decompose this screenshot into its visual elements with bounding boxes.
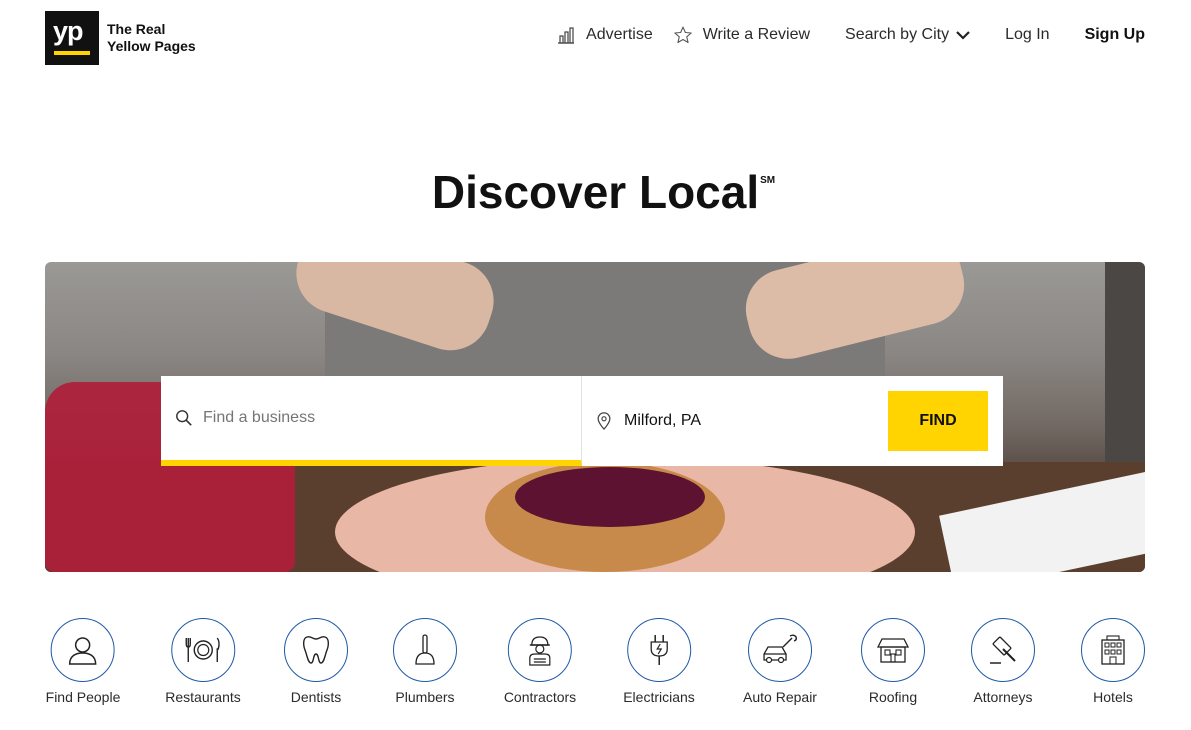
gavel-icon	[990, 636, 1016, 664]
logo-line-2: Yellow Pages	[107, 38, 196, 54]
category-label: Contractors	[503, 689, 577, 705]
category-icon-circle	[971, 618, 1035, 682]
category-icon-circle	[1081, 618, 1145, 682]
search-by-city-label: Search by City	[845, 26, 950, 43]
star-icon	[674, 26, 692, 44]
category-label: Roofing	[868, 689, 918, 705]
worker-icon	[529, 636, 551, 666]
category-label: Auto Repair	[743, 689, 817, 705]
plunger-icon	[415, 634, 435, 665]
category-icon-circle	[51, 618, 115, 682]
category-roofing[interactable]: Roofing	[861, 618, 925, 705]
person-icon	[69, 637, 97, 665]
category-icon-circle	[284, 618, 348, 682]
category-hotels[interactable]: Hotels	[1081, 618, 1145, 705]
logo-mark-text: yp	[53, 16, 83, 46]
category-contractors[interactable]: Contractors	[504, 618, 576, 705]
hero-background-shadow	[1105, 262, 1145, 462]
hotel-icon	[1101, 635, 1125, 665]
category-restaurants[interactable]: Restaurants	[165, 618, 241, 705]
yp-logo-mark: yp	[45, 11, 99, 65]
hero-berries	[515, 467, 705, 527]
page-title-wrap: Discover Local SM	[0, 165, 1191, 219]
category-label: Plumbers	[395, 689, 455, 705]
category-icon-circle	[393, 618, 457, 682]
business-search-input[interactable]	[203, 409, 563, 427]
category-electricians[interactable]: Electricians	[623, 618, 695, 705]
category-icon-circle	[861, 618, 925, 682]
category-plumbers[interactable]: Plumbers	[393, 618, 457, 705]
category-icon-circle	[170, 618, 235, 682]
plug-icon	[650, 635, 668, 665]
category-label: Dentists	[290, 689, 342, 705]
logo-yellow-bar	[54, 51, 90, 55]
car-wrench-icon	[763, 634, 797, 664]
house-icon	[876, 638, 910, 663]
advertise-label: Advertise	[586, 26, 653, 43]
advertise-chart-icon	[558, 27, 575, 44]
advertise-link[interactable]: Advertise	[556, 26, 653, 44]
category-label: Find People	[45, 689, 121, 705]
category-label: Restaurants	[165, 689, 241, 705]
top-nav: Advertise Write a Review Search by City …	[556, 25, 1145, 45]
location-input[interactable]	[624, 412, 874, 430]
category-attorneys[interactable]: Attorneys	[971, 618, 1035, 705]
logo-line-1: The Real	[107, 21, 166, 37]
sign-up-link[interactable]: Sign Up	[1085, 26, 1145, 44]
business-search-field[interactable]	[161, 376, 582, 466]
plate-utensils-icon	[185, 637, 220, 662]
page-title: Discover Local SM	[431, 165, 775, 219]
category-icon-circle	[507, 618, 572, 682]
category-icon-circle	[748, 618, 812, 682]
category-links: Find People Restaurants Dentists Plumber…	[0, 618, 1191, 708]
page-title-text: Discover Local	[431, 166, 760, 218]
tooth-icon	[302, 636, 330, 664]
service-mark: SM	[760, 175, 776, 186]
logo-text: The Real Yellow Pages	[107, 21, 196, 55]
location-pin-icon	[597, 412, 611, 430]
category-icon-circle	[627, 618, 691, 682]
logo[interactable]: yp The Real Yellow Pages	[45, 11, 196, 65]
category-find-people[interactable]: Find People	[45, 618, 121, 705]
category-label: Hotels	[1093, 689, 1133, 705]
write-review-label: Write a Review	[702, 26, 811, 43]
search-by-city-dropdown[interactable]: Search by City	[845, 26, 971, 44]
category-label: Attorneys	[973, 689, 1033, 705]
write-review-link[interactable]: Write a Review	[673, 25, 810, 45]
log-in-link[interactable]: Log In	[1005, 26, 1049, 44]
chevron-down-icon	[956, 31, 970, 40]
location-field[interactable]: FIND	[582, 376, 1003, 466]
search-icon	[176, 410, 192, 426]
category-label: Electricians	[623, 689, 695, 705]
category-dentists[interactable]: Dentists	[284, 618, 348, 705]
category-auto-repair[interactable]: Auto Repair	[743, 618, 817, 705]
search-bar: FIND	[161, 376, 1003, 466]
find-button[interactable]: FIND	[888, 391, 988, 451]
